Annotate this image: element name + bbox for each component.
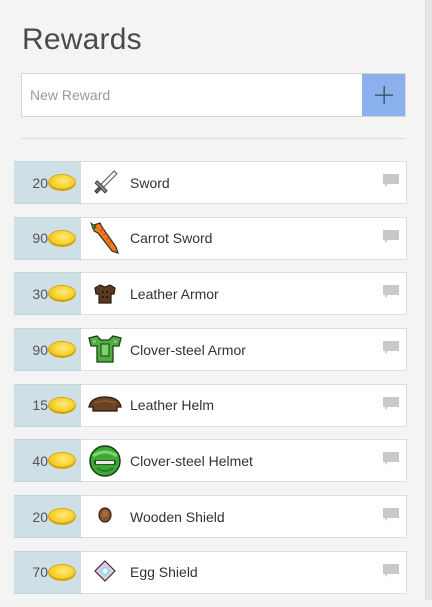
reward-item[interactable]: Egg Shield — [81, 550, 407, 594]
price-value: 20 — [32, 508, 48, 525]
gold-coin-icon — [49, 397, 75, 413]
reward-name: Egg Shield — [130, 564, 198, 581]
gold-coin-icon — [49, 564, 75, 580]
gold-coin-icon — [49, 509, 75, 525]
reward-item[interactable]: Clover-steel Helmet — [81, 439, 407, 483]
gold-coin-icon — [49, 175, 75, 190]
price-value: 15 — [32, 397, 48, 414]
price-value: 20 — [32, 174, 48, 191]
divider — [21, 138, 406, 139]
clover-steel-armor-icon — [87, 332, 123, 368]
reward-item[interactable]: Wooden Shield — [81, 495, 407, 539]
new-reward-input[interactable] — [22, 74, 362, 116]
price-value: 70 — [32, 564, 48, 581]
gold-coin-icon — [49, 286, 75, 302]
notes-icon[interactable] — [383, 229, 399, 244]
notes-icon[interactable] — [383, 341, 399, 355]
leather-helm-icon — [87, 387, 123, 423]
reward-item[interactable]: Leather Armor — [81, 272, 407, 316]
new-reward-form — [21, 73, 406, 117]
notes-icon[interactable] — [383, 285, 399, 299]
egg-shield-icon — [87, 554, 123, 590]
wooden-shield-icon — [87, 499, 123, 535]
reward-name: Sword — [130, 174, 170, 191]
reward-item[interactable]: Leather Helm — [81, 383, 407, 427]
reward-name: Leather Armor — [130, 285, 219, 302]
reward-name: Carrot Sword — [130, 230, 213, 247]
reward-name: Leather Helm — [130, 397, 215, 414]
reward-row[interactable]: 70 Egg Shield — [14, 550, 407, 594]
price-value: 30 — [32, 285, 48, 302]
sword-icon — [87, 165, 123, 201]
reward-row[interactable]: 30 Leather Armor — [14, 272, 407, 316]
price-value: 90 — [32, 341, 48, 358]
reward-item[interactable]: Carrot Sword — [81, 216, 407, 260]
carrot-sword-icon — [87, 220, 123, 256]
price-cell[interactable]: 20 — [14, 161, 81, 204]
add-reward-button[interactable] — [362, 74, 405, 116]
price-cell[interactable]: 40 — [14, 439, 81, 483]
price-value: 40 — [32, 452, 48, 469]
price-cell[interactable]: 30 — [14, 272, 81, 316]
gold-coin-icon — [49, 230, 75, 246]
reward-row[interactable]: 15 Leather Helm — [14, 383, 407, 427]
notes-icon[interactable] — [383, 174, 399, 188]
page-title: Rewards — [22, 23, 142, 56]
reward-list: 20 Sword 90 Carrot Sword 30 Leather Armo… — [14, 161, 407, 607]
price-cell[interactable]: 90 — [14, 328, 81, 372]
notes-icon[interactable] — [383, 508, 399, 522]
price-cell[interactable]: 20 — [14, 495, 81, 539]
reward-row[interactable]: 20 Wooden Shield — [14, 495, 407, 539]
reward-row[interactable]: 90 Carrot Sword — [14, 216, 407, 260]
price-cell[interactable]: 15 — [14, 383, 81, 427]
reward-name: Clover-steel Helmet — [130, 452, 253, 469]
reward-item[interactable]: Clover-steel Armor — [81, 328, 407, 372]
reward-row[interactable]: 90 Clover-steel Armor — [14, 328, 407, 372]
price-cell[interactable]: 90 — [14, 216, 81, 260]
rewards-panel: Rewards 20 — [0, 0, 425, 600]
gold-coin-icon — [49, 342, 75, 358]
reward-name: Clover-steel Armor — [130, 341, 246, 358]
price-value: 90 — [32, 230, 48, 247]
notes-icon[interactable] — [383, 452, 399, 466]
reward-item[interactable]: Sword — [81, 161, 407, 204]
scrollbar-track[interactable] — [425, 0, 432, 600]
notes-icon[interactable] — [383, 396, 399, 411]
gold-coin-icon — [49, 453, 75, 469]
plus-icon — [374, 86, 393, 104]
reward-row[interactable]: 40 Clover-steel Helmet — [14, 439, 407, 483]
reward-row[interactable]: 20 Sword — [14, 161, 407, 204]
leather-armor-icon — [87, 276, 123, 312]
reward-name: Wooden Shield — [130, 508, 225, 525]
notes-icon[interactable] — [383, 563, 399, 578]
clover-steel-helmet-icon — [87, 443, 123, 479]
price-cell[interactable]: 70 — [14, 550, 81, 594]
